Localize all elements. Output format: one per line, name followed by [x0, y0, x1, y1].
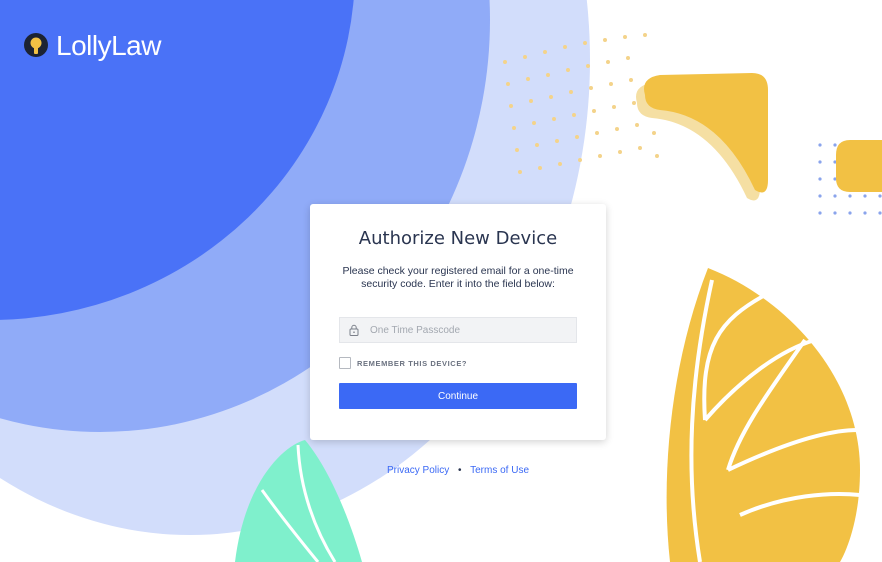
authorize-card: Authorize New Device Please check your r… [310, 204, 606, 440]
page-title: Authorize New Device [358, 228, 558, 249]
passcode-field[interactable] [339, 317, 577, 343]
remember-device-label[interactable]: REMEMBER THIS DEVICE? [357, 359, 467, 368]
brand-logo: LollyLaw [22, 30, 161, 62]
instructions-text: Please check your registered email for a… [342, 265, 574, 290]
lollipop-key-icon [24, 33, 48, 57]
continue-button[interactable]: Continue [339, 383, 577, 409]
terms-of-use-link[interactable]: Terms of Use [470, 465, 529, 476]
remember-device-row[interactable]: REMEMBER THIS DEVICE? [339, 357, 577, 369]
passcode-input[interactable] [368, 323, 562, 337]
remember-device-checkbox[interactable] [339, 357, 351, 369]
privacy-policy-link[interactable]: Privacy Policy [387, 465, 449, 476]
brand-name: LollyLaw [56, 30, 161, 61]
footer-separator: • [458, 465, 462, 476]
footer-links: Privacy Policy • Terms of Use [310, 465, 606, 476]
lock-icon [340, 324, 368, 336]
